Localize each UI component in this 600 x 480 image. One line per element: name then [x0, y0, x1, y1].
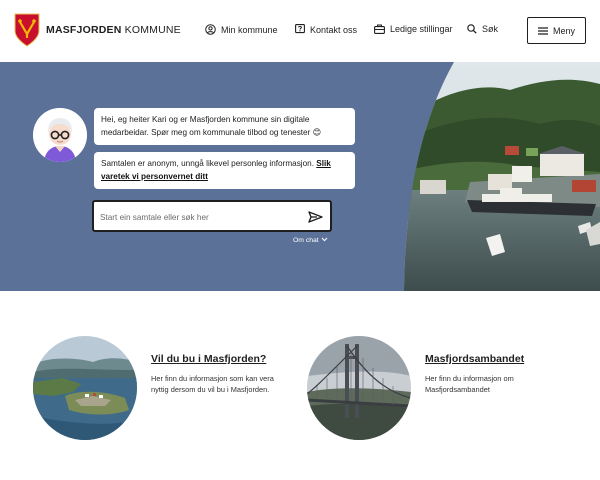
- card-description-vil-du-bu: Her finn du informasjon som kan vera nyt…: [151, 374, 274, 395]
- card-title-masfjordsambandet[interactable]: Masfjordsambandet: [425, 353, 524, 365]
- menu-button-label: Meny: [552, 25, 575, 36]
- card-title-vil-du-bu[interactable]: Vil du bu i Masfjorden?: [151, 353, 266, 365]
- kari-avatar: [33, 108, 87, 162]
- nav-ledige-stillingar-label: Ledige stillingar: [390, 24, 453, 34]
- chat-privacy-text: Samtalen er anonym, unngå likevel person…: [101, 159, 317, 168]
- briefcase-icon: [374, 24, 385, 34]
- logo-text: MASFJORDEN KOMMUNE: [46, 24, 181, 36]
- chat-privacy-bubble: Samtalen er anonym, unngå likevel person…: [94, 152, 355, 189]
- chat-greeting-bubble: Hei, eg heiter Kari og er Masfjorden kom…: [94, 108, 355, 145]
- hero-section: Hei, eg heiter Kari og er Masfjorden kom…: [0, 62, 600, 291]
- menu-button[interactable]: Meny: [527, 17, 586, 44]
- nav-min-kommune[interactable]: Min kommune: [205, 24, 278, 35]
- nav-kontakt-oss-label: Kontakt oss: [310, 24, 358, 35]
- chat-search-input[interactable]: [100, 209, 300, 225]
- chat-search-box: [92, 200, 332, 232]
- coat-of-arms-icon: [14, 13, 40, 47]
- nav-sok-label: Søk: [482, 24, 499, 34]
- nav-kontakt-oss[interactable]: Kontakt oss: [295, 24, 357, 35]
- search-icon: [467, 24, 477, 34]
- chat-question-icon: [295, 24, 305, 35]
- site-header: MASFJORDEN KOMMUNE Min kommune Kontakt o…: [0, 0, 600, 62]
- masfjordsambandet-bridge-image[interactable]: [307, 336, 411, 440]
- hamburger-icon: [537, 26, 548, 35]
- send-icon[interactable]: [307, 209, 323, 225]
- nav-sok[interactable]: Søk: [467, 24, 498, 34]
- chevron-down-icon: [319, 237, 328, 244]
- logo-link[interactable]: MASFJORDEN KOMMUNE: [14, 13, 181, 47]
- om-chat-toggle[interactable]: Om chat: [293, 237, 328, 244]
- card-description-masfjordsambandet: Her finn du informasjon om Masfjordsamba…: [425, 374, 514, 395]
- chat-greeting-text: Hei, eg heiter Kari og er Masfjorden kom…: [101, 115, 322, 137]
- masfjorden-landscape-image[interactable]: [33, 336, 137, 440]
- user-circle-icon: [205, 24, 216, 35]
- nav-min-kommune-label: Min kommune: [221, 24, 278, 35]
- om-chat-label: Om chat: [293, 237, 319, 244]
- nav-ledige-stillingar[interactable]: Ledige stillingar: [374, 24, 453, 34]
